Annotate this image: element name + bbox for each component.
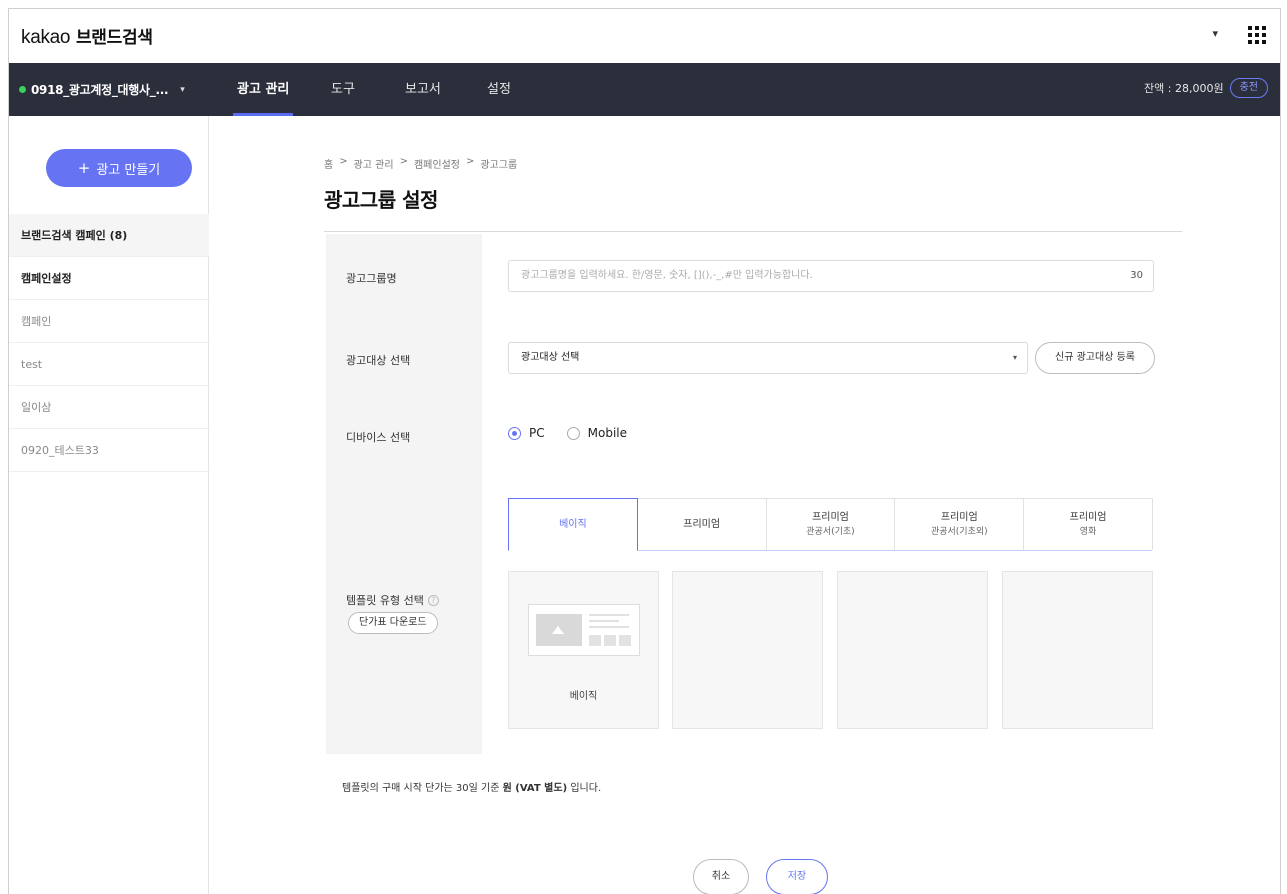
status-dot-icon: [19, 86, 26, 93]
tab-label: 프리미엄: [812, 511, 849, 523]
template-card[interactable]: [672, 571, 823, 729]
tab-label: 프리미엄: [940, 511, 978, 523]
template-card[interactable]: [837, 571, 988, 729]
title-divider: [324, 231, 1182, 232]
help-icon[interactable]: ?: [427, 594, 439, 606]
note-bold: 원 (VAT 별도): [502, 783, 568, 794]
account-selector[interactable]: 0918_광고계정_대행사_... ▾: [19, 81, 185, 98]
template-card-caption: 베이직: [569, 691, 598, 702]
device-mobile-label[interactable]: Mobile: [588, 426, 627, 440]
target-label: 광고대상 선택: [346, 354, 411, 367]
tab-premium-gov-other[interactable]: 프리미엄 관공서(기초외): [894, 498, 1025, 550]
chevron-down-icon: ▾: [1012, 353, 1017, 362]
nav-tab-tools[interactable]: 도구: [331, 63, 355, 116]
template-card-list: 베이직: [508, 571, 1168, 729]
main-content: 홈 > 광고 관리 > 캠페인설정 > 광고그룹 광고그룹 설정 광고그룹명 광…: [210, 116, 1280, 894]
breadcrumb-home[interactable]: 홈: [324, 156, 333, 171]
breadcrumb-ad-management[interactable]: 광고 관리: [354, 156, 394, 171]
target-select-value: 광고대상 선택: [521, 352, 580, 363]
tab-label: 프리미엄: [683, 518, 721, 530]
tab-label: 프리미엄: [1069, 511, 1107, 523]
chevron-down-icon[interactable]: ▾: [1212, 27, 1218, 40]
app-window: kakao 브랜드검색 ▾ 0918_광고계정_대행사_... ▾ 광고 관리 …: [8, 8, 1281, 894]
ad-group-form: 광고그룹명 광고그룹명을 입력하세요. 한/영문, 숫자, [](),-_,#만…: [326, 234, 1168, 754]
device-mobile-radio[interactable]: [566, 426, 580, 440]
template-thumbnail: [528, 604, 640, 656]
sidebar-item-brand-campaign[interactable]: 브랜드검색 캠페인 (8): [9, 214, 209, 257]
app-grid-icon[interactable]: [1248, 26, 1266, 44]
template-card-basic[interactable]: 베이직: [508, 571, 659, 729]
breadcrumb-ad-group: 광고그룹: [480, 160, 518, 171]
group-name-input[interactable]: 광고그룹명을 입력하세요. 한/영문, 숫자, [](),-_,#만 입력가능합…: [508, 260, 1154, 292]
cancel-button[interactable]: 취소: [693, 859, 749, 894]
tab-label: 베이직: [559, 518, 587, 530]
create-ad-label: 광고 만들기: [96, 162, 161, 178]
breadcrumb-campaign-settings[interactable]: 캠페인설정: [414, 156, 460, 171]
breadcrumb-separator: >: [465, 156, 475, 167]
top-header: kakao 브랜드검색 ▾: [9, 9, 1280, 63]
create-ad-button[interactable]: + 광고 만들기: [46, 149, 192, 187]
device-pc-radio[interactable]: [508, 426, 521, 440]
price-download-button[interactable]: 단가표 다운로드: [348, 612, 438, 634]
sidebar-item-test[interactable]: test: [9, 343, 209, 386]
sidebar-item-0920-test33[interactable]: 0920_테스트33: [9, 429, 209, 472]
breadcrumb-separator: >: [339, 156, 348, 167]
pricing-note: 템플릿의 구매 시작 단가는 30일 기준 원 (VAT 별도) 입니다.: [342, 779, 601, 794]
form-label-column: [326, 234, 482, 754]
breadcrumb-separator: >: [399, 156, 408, 167]
sidebar-item-campaign[interactable]: 캠페인: [9, 300, 209, 343]
chevron-down-icon: ▾: [180, 84, 185, 95]
note-suffix: 입니다.: [570, 783, 602, 794]
group-name-placeholder: 광고그룹명을 입력하세요. 한/영문, 숫자, [](),-_,#만 입력가능합…: [521, 270, 813, 281]
char-count: 30: [1130, 270, 1143, 281]
kakao-brand-logo[interactable]: kakao 브랜드검색: [21, 23, 153, 49]
save-button[interactable]: 저장: [766, 859, 828, 894]
note-prefix: 템플릿의 구매 시작 단가는 30일 기준: [342, 783, 500, 794]
nav-tab-ad-management[interactable]: 광고 관리: [232, 63, 294, 116]
tab-premium[interactable]: 프리미엄: [636, 498, 767, 550]
device-radio-group: PC Mobile: [508, 426, 649, 440]
campaign-list: 브랜드검색 캠페인 (8) 캠페인설정 캠페인 test 일이삼 0920_테스…: [9, 214, 209, 472]
device-pc-label[interactable]: PC: [529, 426, 545, 440]
tab-basic[interactable]: 베이직: [508, 498, 638, 551]
device-label: 디바이스 선택: [346, 431, 411, 444]
sidebar: + 광고 만들기 브랜드검색 캠페인 (8) 캠페인설정 캠페인 test 일이…: [9, 116, 209, 894]
nav-tab-settings[interactable]: 설정: [487, 63, 511, 116]
template-type-text: 템플릿 유형 선택: [346, 594, 424, 607]
account-name: 0918_광고계정_대행사_...: [31, 83, 169, 97]
sidebar-item-campaign-settings[interactable]: 캠페인설정: [9, 257, 209, 300]
template-type-label: 템플릿 유형 선택 ?: [346, 592, 439, 608]
logo-brand-text: 브랜드검색: [75, 28, 153, 48]
tab-sublabel: 영화: [1079, 526, 1097, 537]
charge-button[interactable]: 충전: [1229, 78, 1268, 98]
tab-premium-movie[interactable]: 프리미엄 영화: [1023, 498, 1153, 550]
main-nav-bar: 0918_광고계정_대행사_... ▾ 광고 관리 도구 보고서 설정 잔액 :…: [9, 63, 1280, 116]
new-target-button[interactable]: 신규 광고대상 등록: [1035, 342, 1155, 374]
page-title: 광고그룹 설정: [324, 188, 438, 212]
logo-kakao-text: kakao: [21, 27, 71, 48]
image-placeholder-icon: [536, 614, 582, 646]
tab-premium-gov-basic[interactable]: 프리미엄 관공서(기초): [765, 498, 896, 550]
breadcrumb: 홈 > 광고 관리 > 캠페인설정 > 광고그룹: [324, 156, 517, 171]
balance-area: 잔액 : 28,000원 충전: [1144, 78, 1268, 98]
nav-tab-reports[interactable]: 보고서: [405, 63, 441, 116]
group-name-label: 광고그룹명: [346, 272, 397, 285]
template-tabs: 베이직 프리미엄 프리미엄 관공서(기초) 프리미엄 관공서(기초외) 프리미엄…: [508, 498, 1153, 551]
balance-text: 잔액 : 28,000원: [1144, 82, 1224, 95]
sidebar-item-ilisam[interactable]: 일이삼: [9, 386, 209, 429]
tab-sublabel: 관공서(기초): [806, 526, 855, 537]
tab-sublabel: 관공서(기초외): [930, 526, 988, 537]
target-select[interactable]: 광고대상 선택 ▾: [508, 342, 1028, 374]
plus-icon: +: [77, 159, 91, 177]
template-card[interactable]: [1002, 571, 1153, 729]
